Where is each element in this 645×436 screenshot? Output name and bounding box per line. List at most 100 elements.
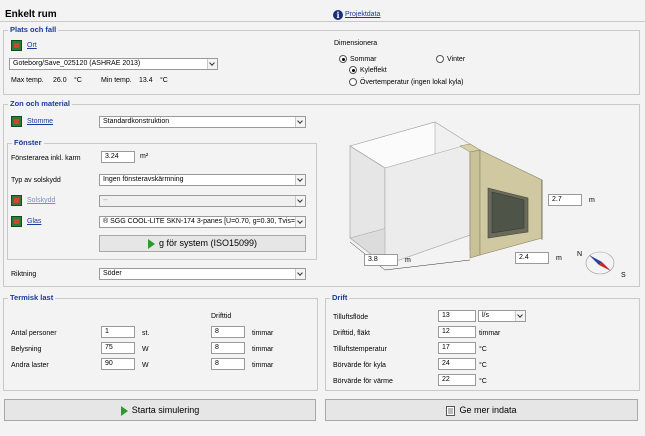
load-row-label: Belysning xyxy=(11,346,42,353)
form-icon xyxy=(446,405,456,416)
zone-legend: Zon och material xyxy=(8,99,73,108)
max-temp-unit: °C xyxy=(74,77,82,84)
glass-database-icon[interactable] xyxy=(11,216,22,227)
lighting-time-unit: timmar xyxy=(252,346,274,353)
windows-legend: Fönster xyxy=(12,138,44,147)
info-icon[interactable]: i xyxy=(333,10,343,20)
direction-select[interactable]: Söder xyxy=(99,268,306,280)
other-load-time-input[interactable]: 8 xyxy=(211,358,245,370)
room-width-input[interactable]: 3.8 xyxy=(364,254,398,266)
direction-label: Riktning xyxy=(11,271,37,278)
play-icon xyxy=(147,238,155,249)
cooling-radio[interactable] xyxy=(349,66,357,74)
window-area-unit: m² xyxy=(140,153,149,160)
operation-time-header: Drifttid xyxy=(211,313,232,320)
compass-north: N xyxy=(577,251,583,258)
shading-database-icon[interactable] xyxy=(11,195,22,206)
frame-link[interactable]: Stomme xyxy=(27,118,53,125)
compass-south: S xyxy=(621,272,626,279)
lighting-time-input[interactable]: 8 xyxy=(211,342,245,354)
operation-row-label: Börvärde för kyla xyxy=(333,362,386,369)
frame-select-value: Standardkonstruktion xyxy=(103,118,170,125)
facade-wall xyxy=(469,149,481,259)
room-depth-unit: m xyxy=(556,255,562,262)
thermal-load-group: Termisk last xyxy=(3,293,318,391)
shading-select[interactable]: -- xyxy=(99,195,306,207)
overtemp-label: Övertemperatur (ingen lokal kyla) xyxy=(360,79,464,86)
shading-select-value: -- xyxy=(103,197,108,204)
frame-select[interactable]: Standardkonstruktion xyxy=(99,116,306,128)
window-area-input[interactable]: 3.24 xyxy=(101,151,135,163)
operation-row-label: Börvärde för värme xyxy=(333,378,393,385)
glass-select[interactable]: ® SGG COOL-LITE SKN-174 3-panes [U=0.70,… xyxy=(99,216,306,228)
chevron-down-icon[interactable] xyxy=(207,59,217,69)
persons-time-unit: timmar xyxy=(252,330,274,337)
supply-flow-unit-select[interactable]: l/s xyxy=(478,310,526,322)
other-load-time-unit: timmar xyxy=(252,362,274,369)
max-temp-value: 26.0 xyxy=(53,77,67,84)
play-icon xyxy=(120,405,128,416)
other-load-input[interactable]: 90 xyxy=(101,358,135,370)
lighting-input[interactable]: 75 xyxy=(101,342,135,354)
persons-time-input[interactable]: 8 xyxy=(211,326,245,338)
persons-input[interactable]: 1 xyxy=(101,326,135,338)
dimension-label: Dimensionera xyxy=(334,40,378,47)
chevron-down-icon[interactable] xyxy=(515,311,525,321)
place-link[interactable]: Ort xyxy=(27,42,37,49)
chevron-down-icon[interactable] xyxy=(295,269,305,279)
room-width-unit: m xyxy=(405,257,411,264)
more-input-button[interactable]: Ge mer indata xyxy=(325,399,638,421)
supply-flow-input[interactable]: 13 xyxy=(438,310,476,322)
overtemp-radio[interactable] xyxy=(349,78,357,86)
fan-time-unit: timmar xyxy=(479,330,501,337)
cooling-label: Kyleffekt xyxy=(360,67,387,74)
location-database-icon[interactable] xyxy=(11,40,22,51)
window-area-label: Fönsterarea inkl. karm xyxy=(11,155,81,162)
supply-flow-unit-value: l/s xyxy=(482,312,489,319)
room-height-unit: m xyxy=(589,197,595,204)
chevron-down-icon[interactable] xyxy=(295,175,305,185)
min-temp-value: 13.4 xyxy=(139,77,153,84)
fan-time-input[interactable]: 12 xyxy=(438,326,476,338)
project-data-link[interactable]: Projektdata xyxy=(345,11,380,18)
load-row-label: Antal personer xyxy=(11,330,57,337)
chevron-down-icon[interactable] xyxy=(295,196,305,206)
glass-select-value: ® SGG COOL-LITE SKN-174 3-panes [U=0.70,… xyxy=(103,218,301,225)
heating-setpoint-unit: °C xyxy=(479,378,487,385)
supply-temp-input[interactable]: 17 xyxy=(438,342,476,354)
place-select[interactable]: Goteborg/Save_025120 (ASHRAE 2013) xyxy=(9,58,218,70)
lighting-unit: W xyxy=(142,346,149,353)
cooling-setpoint-unit: °C xyxy=(479,362,487,369)
more-input-label: Ge mer indata xyxy=(459,405,517,415)
operation-row-label: Drifttid, fläkt xyxy=(333,330,370,337)
operation-row-label: Tilluftstemperatur xyxy=(333,346,387,353)
summer-label: Sommar xyxy=(350,56,377,63)
room-height-input[interactable]: 2.7 xyxy=(548,194,582,206)
shading-link[interactable]: Solskydd xyxy=(27,197,55,204)
persons-unit: st. xyxy=(142,330,150,337)
min-temp-unit: °C xyxy=(160,77,168,84)
load-row-label: Andra laster xyxy=(11,362,49,369)
g-system-button-label: g för system (ISO15099) xyxy=(158,238,258,248)
shading-type-value: Ingen fönsteravskärmning xyxy=(103,176,184,183)
thermal-load-legend: Termisk last xyxy=(8,293,56,302)
min-temp-label: Min temp. xyxy=(101,77,132,84)
g-system-button[interactable]: g för system (ISO15099) xyxy=(99,235,306,252)
chevron-down-icon[interactable] xyxy=(295,117,305,127)
heating-setpoint-input[interactable]: 22 xyxy=(438,374,476,386)
summer-radio[interactable] xyxy=(339,55,347,63)
shading-type-select[interactable]: Ingen fönsteravskärmning xyxy=(99,174,306,186)
frame-database-icon[interactable] xyxy=(11,116,22,127)
start-simulation-label: Starta simulering xyxy=(131,405,200,415)
chevron-down-icon[interactable] xyxy=(295,217,305,227)
cooling-setpoint-input[interactable]: 24 xyxy=(438,358,476,370)
window-title: Enkelt rum xyxy=(5,9,57,20)
location-legend: Plats och fall xyxy=(8,25,59,34)
start-simulation-button[interactable]: Starta simulering xyxy=(4,399,316,421)
operation-legend: Drift xyxy=(330,293,350,302)
supply-temp-unit: °C xyxy=(479,346,487,353)
winter-radio[interactable] xyxy=(436,55,444,63)
max-temp-label: Max temp. xyxy=(11,77,44,84)
room-depth-input[interactable]: 2.4 xyxy=(515,252,549,264)
glass-link[interactable]: Glas xyxy=(27,218,41,225)
